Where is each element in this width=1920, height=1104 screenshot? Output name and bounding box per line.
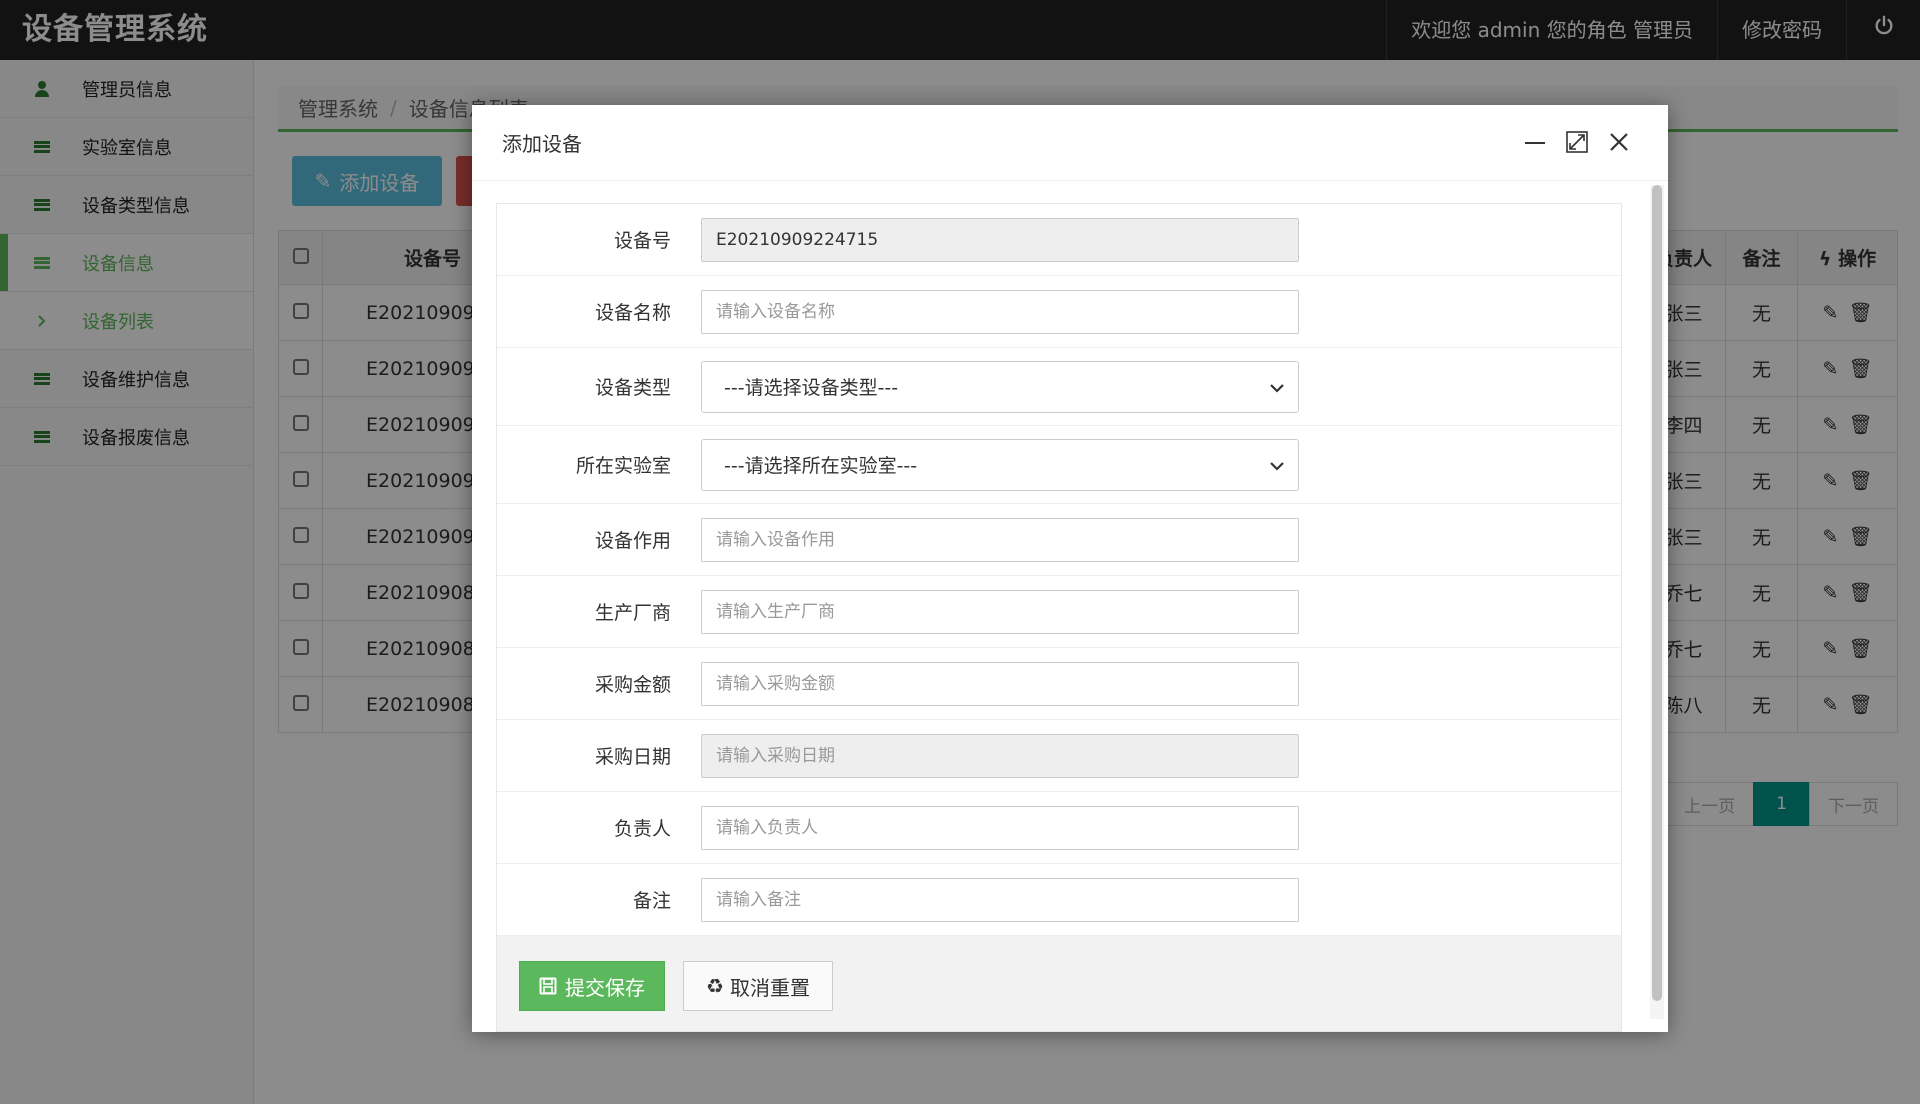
device-no-label: 设备号 [613, 230, 671, 252]
chevron-down-icon [1270, 376, 1284, 398]
form-actions: 提交保存 ♻ 取消重置 [497, 936, 1621, 1031]
lab-select[interactable]: ---请选择所在实验室--- [701, 438, 1299, 491]
lab-label: 所在实验室 [575, 455, 671, 477]
device-name-label: 设备名称 [594, 302, 671, 324]
note-field[interactable] [701, 877, 1299, 922]
recycle-icon: ♻ [706, 974, 724, 998]
device-form: 设备号 设备名称 设备类型 ---请选择设备类型--- 所在实验室 ---请选择… [496, 203, 1622, 1032]
manufacturer-label: 生产厂商 [594, 602, 671, 624]
purpose-field[interactable] [701, 517, 1299, 562]
manufacturer-field[interactable] [701, 589, 1299, 634]
device-type-select[interactable]: ---请选择设备类型--- [701, 360, 1299, 413]
date-field[interactable] [701, 733, 1299, 778]
chevron-down-icon [1270, 454, 1284, 476]
amount-label: 采购金额 [594, 674, 671, 696]
maximize-icon[interactable] [1564, 129, 1590, 155]
owner-label: 负责人 [613, 818, 671, 840]
save-icon [539, 977, 557, 995]
device-no-field[interactable] [701, 217, 1299, 262]
note-label: 备注 [632, 890, 671, 912]
purpose-label: 设备作用 [594, 530, 671, 552]
submit-button[interactable]: 提交保存 [519, 961, 665, 1011]
owner-field[interactable] [701, 805, 1299, 850]
amount-field[interactable] [701, 661, 1299, 706]
dialog-title: 添加设备 [502, 132, 582, 156]
close-icon[interactable] [1606, 129, 1632, 155]
minimize-icon[interactable] [1522, 129, 1548, 155]
scrollbar[interactable] [1650, 185, 1664, 1019]
date-label: 采购日期 [594, 746, 671, 768]
scrollbar-thumb[interactable] [1652, 185, 1662, 1001]
reset-button[interactable]: ♻ 取消重置 [683, 961, 833, 1011]
add-device-dialog: 添加设备 设备号 设备名称 设备类型 ---请选择设备类型--- [472, 105, 1668, 1032]
device-type-label: 设备类型 [594, 377, 671, 399]
device-name-field[interactable] [701, 289, 1299, 334]
